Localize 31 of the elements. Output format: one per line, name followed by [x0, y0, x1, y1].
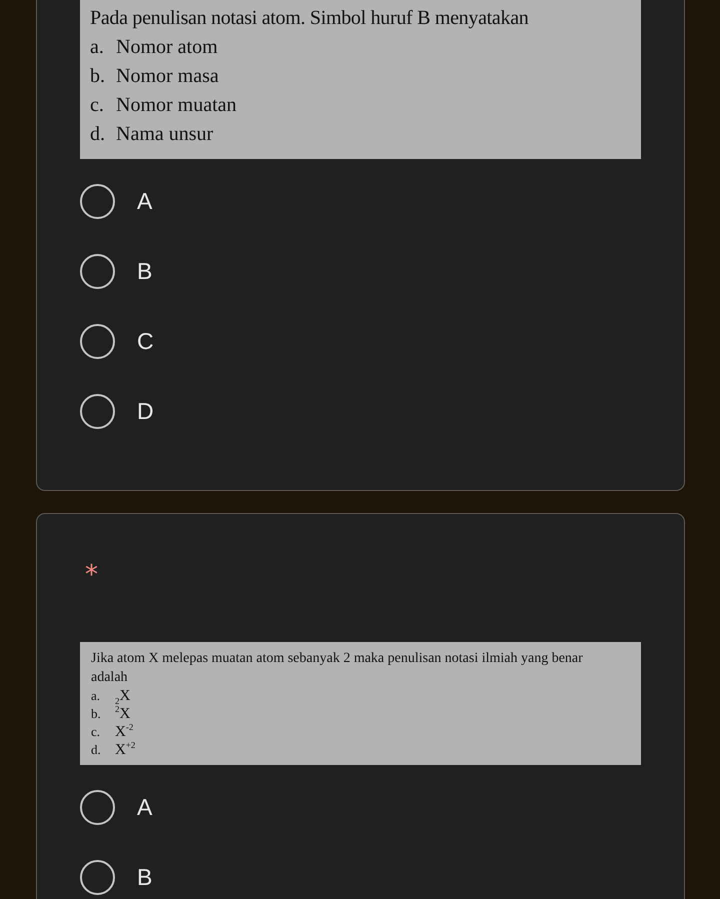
option-label[interactable]: B	[137, 258, 152, 284]
choice-letter: d.	[90, 122, 106, 147]
choice-text: Nomor atom	[116, 35, 218, 60]
radio-button[interactable]	[80, 254, 115, 288]
choice-text: Nomor masa	[116, 64, 219, 89]
radio-button[interactable]	[80, 184, 115, 218]
choice-text: X$^{-2}$	[115, 723, 134, 741]
radio-button[interactable]	[80, 324, 115, 358]
choice-text: Nama unsur	[116, 122, 214, 147]
choice-text: Nomor muatan	[116, 93, 237, 118]
choice-letter: a.	[90, 35, 105, 60]
choice-letter: a.	[91, 687, 102, 705]
question-text: Pada penulisan notasi atom. Simbol huruf B menyatakan	[90, 6, 530, 31]
required-mark: *	[84, 560, 99, 590]
option-label[interactable]: D	[137, 398, 154, 424]
choice-letter: c.	[90, 93, 105, 118]
option-label[interactable]: A	[137, 794, 152, 820]
radio-button[interactable]	[80, 790, 115, 824]
radio-button[interactable]	[80, 394, 115, 428]
choice-text: $_{2}$X	[115, 687, 130, 705]
option-label[interactable]: C	[137, 328, 154, 354]
radio-button[interactable]	[80, 860, 115, 894]
option-label[interactable]: A	[137, 188, 152, 214]
question-text: Jika atom X melepas muatan atom sebanyak 2 maka penulisan notasi ilmiah yang benar adalah	[91, 650, 584, 687]
choice-letter: d.	[91, 741, 102, 759]
choice-text: X$^{+2}$	[115, 741, 136, 759]
choice-letter: b.	[90, 64, 106, 89]
option-label[interactable]: B	[137, 864, 152, 890]
choice-letter: c.	[91, 723, 102, 741]
choice-letter: b.	[91, 705, 102, 723]
choice-text: $^{2}$X	[115, 705, 130, 723]
